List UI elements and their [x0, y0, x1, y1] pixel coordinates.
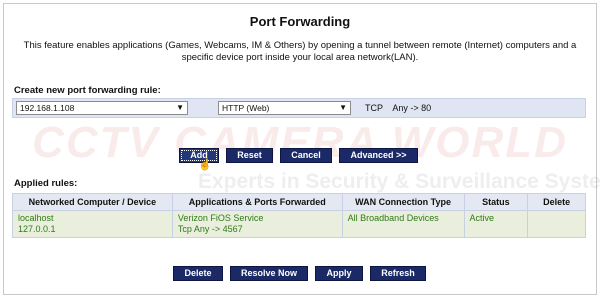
application-select-value: HTTP (Web) [222, 103, 270, 113]
column-header-applications: Applications & Ports Forwarded [171, 193, 343, 211]
table-row: localhost 127.0.0.1 Verizon FiOS Service… [12, 210, 586, 238]
chevron-down-icon: ▼ [176, 103, 184, 112]
page-title: Port Forwarding [249, 14, 351, 29]
application-select[interactable]: HTTP (Web) ▼ [218, 101, 351, 115]
column-header-wan: WAN Connection Type [341, 193, 465, 211]
cell-delete[interactable] [527, 210, 586, 238]
cell-application: Verizon FiOS Service Tcp Any -> 4567 [171, 210, 343, 238]
description-line-1: This feature enables applications (Games… [23, 40, 577, 51]
create-rule-label: Create new port forwarding rule: [14, 85, 161, 96]
device-name: localhost [18, 213, 54, 223]
device-ip: 127.0.0.1 [18, 224, 56, 234]
applied-rules-table: Networked Computer / Device Applications… [12, 193, 586, 238]
description-line-2: specific device port inside your local a… [181, 52, 419, 63]
device-select-value: 192.168.1.108 [20, 103, 75, 113]
column-header-status: Status [463, 193, 529, 211]
page-description: This feature enables applications (Games… [14, 40, 586, 64]
delete-button[interactable]: Delete [173, 266, 223, 281]
apply-button[interactable]: Apply [315, 266, 363, 281]
cancel-button[interactable]: Cancel [280, 148, 332, 163]
watermark-tagline: Experts in Security & Surveillance Syste… [198, 170, 600, 193]
chevron-down-icon: ▼ [339, 103, 347, 112]
refresh-button[interactable]: Refresh [370, 266, 426, 281]
create-rule-bar: 192.168.1.108 ▼ HTTP (Web) ▼ TCP Any -> … [12, 98, 586, 118]
cell-device: localhost 127.0.0.1 [12, 210, 173, 238]
column-header-delete: Delete [527, 193, 586, 211]
application-name: Verizon FiOS Service [177, 213, 264, 223]
device-select[interactable]: 192.168.1.108 ▼ [16, 101, 188, 115]
hand-pointer-icon: ☝ [198, 159, 212, 171]
protocol-port-text: TCP Any -> 80 [365, 103, 432, 113]
cell-wan: All Broadband Devices [341, 210, 465, 238]
advanced-button[interactable]: Advanced >> [339, 148, 418, 163]
resolve-now-button[interactable]: Resolve Now [230, 266, 308, 281]
reset-button[interactable]: Reset [226, 148, 273, 163]
table-header-row: Networked Computer / Device Applications… [12, 193, 586, 211]
cell-status: Active [463, 210, 529, 238]
applied-rules-label: Applied rules: [14, 178, 78, 189]
application-ports: Tcp Any -> 4567 [177, 224, 243, 234]
column-header-device: Networked Computer / Device [12, 193, 173, 211]
